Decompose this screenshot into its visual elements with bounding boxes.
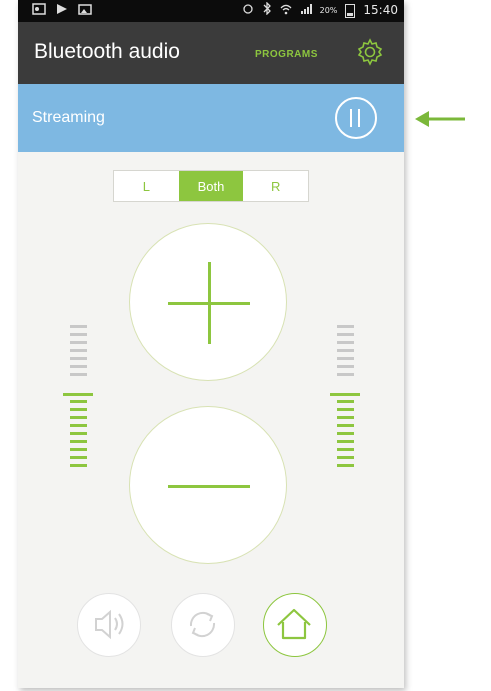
programs-button[interactable]: PROGRAMS xyxy=(255,49,318,60)
level-segment xyxy=(337,325,354,328)
level-segment xyxy=(337,333,354,336)
page-title: Bluetooth audio xyxy=(34,40,180,63)
level-segment xyxy=(70,464,87,467)
speaker-icon xyxy=(78,609,139,659)
ear-option-right[interactable]: R xyxy=(243,171,308,201)
signal-icon xyxy=(300,3,312,18)
phone-screen: 20% 15:40 Bluetooth audio PROGRAMS Strea… xyxy=(18,0,404,688)
streaming-label: Streaming xyxy=(32,109,105,126)
status-bar-right: 20% 15:40 xyxy=(242,1,398,18)
app-bar: Bluetooth audio PROGRAMS xyxy=(18,22,404,84)
level-segment xyxy=(70,373,87,376)
level-segment xyxy=(337,373,354,376)
sync-icon xyxy=(172,611,233,659)
ear-option-left[interactable]: L xyxy=(114,171,179,201)
level-segment xyxy=(70,448,87,451)
clock: 15:40 xyxy=(363,3,398,17)
level-segment xyxy=(70,365,87,368)
level-segment xyxy=(70,432,87,435)
battery-percent: 20% xyxy=(319,5,338,15)
level-segment xyxy=(70,440,87,443)
ear-selector: L Both R xyxy=(113,170,309,202)
play-store-icon xyxy=(56,3,68,18)
level-segment xyxy=(337,416,354,419)
gear-icon xyxy=(354,38,386,72)
volume-down-button[interactable] xyxy=(129,406,287,564)
level-segment xyxy=(337,349,354,352)
level-segment xyxy=(337,400,354,403)
level-segment xyxy=(70,408,87,411)
level-segment xyxy=(70,456,87,459)
bluetooth-icon xyxy=(262,1,272,18)
level-segment xyxy=(70,357,87,360)
sync-button[interactable] xyxy=(171,593,235,657)
pause-button[interactable] xyxy=(335,97,377,139)
level-segment xyxy=(70,333,87,336)
level-segment xyxy=(70,341,87,344)
volume-up-button[interactable] xyxy=(129,223,287,381)
level-marker xyxy=(63,393,93,396)
speaker-button[interactable] xyxy=(77,593,141,657)
level-segment xyxy=(70,349,87,352)
home-button[interactable] xyxy=(263,593,327,657)
status-bar-left xyxy=(32,3,92,18)
ear-option-both[interactable]: Both xyxy=(178,171,244,201)
level-segment xyxy=(337,456,354,459)
level-segment xyxy=(70,325,87,328)
level-segment xyxy=(337,432,354,435)
level-segment xyxy=(337,448,354,451)
wifi-icon xyxy=(280,3,292,18)
settings-button[interactable] xyxy=(354,36,386,68)
level-segment xyxy=(70,400,87,403)
arrow-annotation-icon xyxy=(415,110,467,128)
level-segment xyxy=(337,440,354,443)
status-bar: 20% 15:40 xyxy=(18,0,404,22)
level-segment xyxy=(70,416,87,419)
level-segment xyxy=(337,464,354,467)
level-segment xyxy=(70,424,87,427)
level-segment xyxy=(337,424,354,427)
notification-icon xyxy=(32,3,46,18)
level-segment xyxy=(337,341,354,344)
battery-icon xyxy=(345,4,356,18)
streaming-bar: Streaming xyxy=(18,84,404,152)
level-segment xyxy=(337,365,354,368)
level-marker xyxy=(330,393,360,396)
image-icon xyxy=(78,3,92,18)
level-segment xyxy=(337,408,354,411)
nfc-icon xyxy=(242,3,254,18)
home-icon xyxy=(264,608,325,659)
level-segment xyxy=(337,357,354,360)
